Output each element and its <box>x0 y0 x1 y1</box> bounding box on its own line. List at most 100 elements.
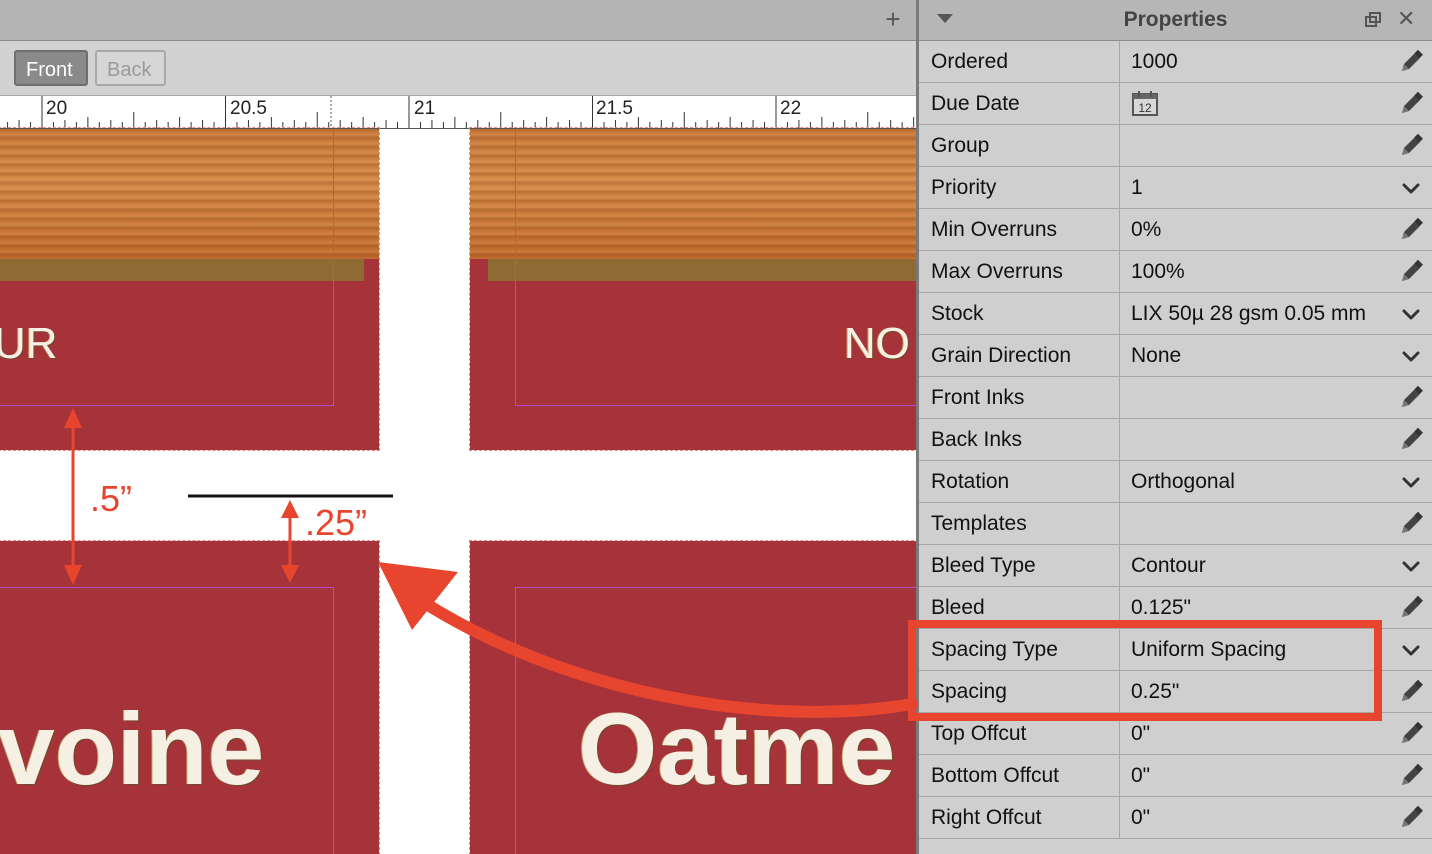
chevron-down-icon[interactable] <box>1398 637 1424 663</box>
gap-large-label: .5” <box>90 478 133 519</box>
property-row[interactable]: Right Offcut 0" <box>919 797 1432 839</box>
property-row[interactable]: Spacing 0.25" <box>919 671 1432 713</box>
ruler-label: 20 <box>46 98 68 119</box>
property-row[interactable]: Group <box>919 125 1432 167</box>
property-label: Due Date <box>931 92 1020 115</box>
column-divider <box>1119 335 1120 376</box>
properties-list: Ordered 1000 Due Date 12 Group Priority 1 Min O… <box>919 41 1432 839</box>
property-row[interactable]: Spacing Type Uniform Spacing <box>919 629 1432 671</box>
property-value[interactable]: 0.125" <box>1131 596 1191 620</box>
property-label: Ordered <box>931 50 1009 73</box>
property-row[interactable]: Ordered 1000 <box>919 41 1432 83</box>
bleed-outline <box>0 540 380 854</box>
pencil-icon[interactable] <box>1398 427 1424 453</box>
property-label: Spacing <box>931 680 1007 703</box>
column-divider <box>1119 209 1120 250</box>
pencil-icon[interactable] <box>1398 805 1424 831</box>
property-label: Spacing Type <box>931 638 1058 661</box>
bleed-outline <box>0 127 380 451</box>
face-toolbar: Front Back <box>0 41 916 96</box>
property-row[interactable]: Top Offcut 0" <box>919 713 1432 755</box>
column-divider <box>1119 755 1120 796</box>
property-label: Min Overruns <box>931 218 1058 241</box>
pencil-icon[interactable] <box>1398 259 1424 285</box>
chevron-down-icon[interactable] <box>1398 469 1424 495</box>
chevron-down-icon[interactable] <box>1398 343 1424 369</box>
property-label: Right Offcut <box>931 806 1042 829</box>
property-value[interactable]: 0% <box>1131 218 1161 242</box>
property-row[interactable]: Back Inks <box>919 419 1432 461</box>
property-value[interactable]: 1000 <box>1131 50 1178 74</box>
add-icon[interactable]: + <box>882 6 904 32</box>
property-label: Grain Direction <box>931 344 1072 367</box>
property-label: Front Inks <box>931 386 1025 409</box>
property-row[interactable]: Bleed 0.125" <box>919 587 1432 629</box>
column-divider <box>1119 41 1120 82</box>
property-row[interactable]: Bleed Type Contour <box>919 545 1432 587</box>
property-value[interactable]: 0.25" <box>1131 680 1179 704</box>
column-divider <box>1119 503 1120 544</box>
pencil-icon[interactable] <box>1398 133 1424 159</box>
press-sheet: UR NO voine Oatme <box>0 127 916 854</box>
property-row[interactable]: Priority 1 <box>919 167 1432 209</box>
pencil-icon[interactable] <box>1398 763 1424 789</box>
property-value[interactable]: 0" <box>1131 722 1150 746</box>
pencil-icon[interactable] <box>1398 595 1424 621</box>
pencil-icon[interactable] <box>1398 91 1424 117</box>
column-divider <box>1119 419 1120 460</box>
column-divider <box>1119 671 1120 712</box>
property-label: Bleed Type <box>931 554 1036 577</box>
ruler-label: 21 <box>414 98 436 119</box>
property-row[interactable]: Grain Direction None <box>919 335 1432 377</box>
property-value[interactable]: Orthogonal <box>1131 470 1235 494</box>
pencil-icon[interactable] <box>1398 511 1424 537</box>
column-divider <box>1119 587 1120 628</box>
property-row[interactable]: Front Inks <box>919 377 1432 419</box>
chevron-down-icon[interactable] <box>1398 175 1424 201</box>
property-row[interactable]: Max Overruns 100% <box>919 251 1432 293</box>
property-value[interactable]: 0" <box>1131 764 1150 788</box>
property-value[interactable]: 1 <box>1131 176 1143 200</box>
property-value[interactable]: 100% <box>1131 260 1185 284</box>
property-value[interactable]: 0" <box>1131 806 1150 830</box>
front-button[interactable]: Front <box>14 50 88 86</box>
property-row[interactable]: Templates <box>919 503 1432 545</box>
property-row[interactable]: Rotation Orthogonal <box>919 461 1432 503</box>
calendar-day: 12 <box>1138 101 1152 115</box>
column-divider <box>1119 377 1120 418</box>
calendar-icon[interactable]: 12 <box>1131 89 1159 117</box>
bleed-outline <box>469 127 916 451</box>
property-label: Max Overruns <box>931 260 1063 283</box>
pencil-icon[interactable] <box>1398 721 1424 747</box>
gap-small-label: .25” <box>305 502 368 543</box>
column-divider <box>1119 629 1120 670</box>
ruler-label: 20.5 <box>230 98 267 119</box>
chevron-down-icon[interactable] <box>1398 553 1424 579</box>
close-icon[interactable]: ✕ <box>1397 8 1415 30</box>
property-row[interactable]: Bottom Offcut 0" <box>919 755 1432 797</box>
column-divider <box>1119 461 1120 502</box>
property-value[interactable]: Uniform Spacing <box>1131 638 1286 662</box>
chevron-down-icon[interactable] <box>1398 301 1424 327</box>
property-label: Templates <box>931 512 1027 535</box>
property-row[interactable]: Due Date 12 <box>919 83 1432 125</box>
canvas-pane: + Front Back 20 20.5 21 21.5 22 UR NO vo… <box>0 0 916 854</box>
back-button[interactable]: Back <box>95 50 166 86</box>
canvas-top-bar: + <box>0 0 916 41</box>
ruler-label: 21.5 <box>596 98 633 119</box>
restore-window-icon[interactable] <box>1365 12 1381 28</box>
property-label: Back Inks <box>931 428 1023 451</box>
bleed-outline <box>469 540 916 854</box>
property-row[interactable]: Min Overruns 0% <box>919 209 1432 251</box>
property-label: Group <box>931 134 990 157</box>
pencil-icon[interactable] <box>1398 385 1424 411</box>
property-value[interactable]: Contour <box>1131 554 1206 578</box>
property-value[interactable]: LIX 50µ 28 gsm 0.05 mm <box>1131 302 1366 326</box>
pencil-icon[interactable] <box>1398 217 1424 243</box>
pencil-icon[interactable] <box>1398 679 1424 705</box>
properties-panel: Properties ✕ Ordered 1000 Due Date 12 Group P… <box>916 0 1432 854</box>
property-label: Rotation <box>931 470 1010 493</box>
pencil-icon[interactable] <box>1398 49 1424 75</box>
property-row[interactable]: Stock LIX 50µ 28 gsm 0.05 mm <box>919 293 1432 335</box>
property-value[interactable]: None <box>1131 344 1181 368</box>
